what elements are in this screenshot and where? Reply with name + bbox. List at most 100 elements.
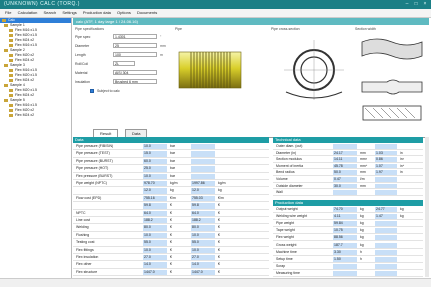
value-cell[interactable] — [375, 177, 397, 182]
row-label: Pipe pressure (FIB/SIN) — [76, 144, 114, 148]
row-label: Volume — [276, 177, 288, 181]
row-label: Flow cost (EPD) — [76, 195, 102, 200]
row-unit: mm³ — [360, 157, 367, 162]
value-cell[interactable] — [375, 190, 397, 195]
table-row: Welding wire weight 4.11 kg 1.47 kg — [273, 213, 423, 221]
tree-item-label: Sample 2 — [10, 48, 25, 52]
technical-data-table: Technical data Outer diam. (out) Diameter… — [273, 137, 423, 197]
row-value: 74.70 — [334, 207, 343, 211]
folder-icon — [9, 38, 13, 42]
folder-icon — [4, 63, 8, 67]
row-label: Setup time — [276, 256, 293, 261]
value-cell[interactable] — [375, 221, 397, 227]
row-label: Gross weight — [276, 242, 297, 247]
value-cell[interactable] — [333, 263, 357, 269]
value-cell[interactable] — [375, 256, 397, 262]
row-unit: €/m — [170, 195, 176, 200]
table-row: Pipe weight 59.84 kg — [273, 220, 423, 228]
row-value-alt: 14.0 — [192, 262, 199, 267]
folder-icon — [9, 108, 13, 112]
row-unit-alt: €/m — [218, 195, 224, 200]
row-label: Welding — [76, 225, 89, 230]
pipe-image-title: Pipe — [175, 27, 183, 31]
table-row: Testing cost 55.0 €55.0 € — [73, 239, 269, 247]
row-label: Pipe pressure (HOT) — [76, 166, 109, 171]
tree-item-label: Flex M24 x2 — [15, 78, 35, 82]
row-label: Line cost — [76, 218, 91, 222]
row-unit-alt: kg/m — [218, 181, 226, 185]
tree-item[interactable]: Flex M24 x2 — [0, 113, 71, 118]
window-title: (UNKNOWN) CALC (TORQ.) — [4, 1, 80, 7]
folder-icon — [9, 58, 13, 62]
row-unit-alt: € — [218, 210, 220, 215]
close-button[interactable]: × — [421, 1, 429, 7]
row-value-alt: 1447.0 — [192, 269, 203, 274]
row-label: Pipe weight (NPTC) — [76, 181, 107, 185]
value-cell[interactable] — [191, 151, 215, 157]
value-cell[interactable] — [375, 228, 397, 234]
row-label: Section modulus — [276, 157, 302, 162]
row-unit-alt: in⁴ — [400, 163, 405, 168]
value-cell[interactable] — [191, 158, 215, 165]
menu-settings[interactable]: Settings — [62, 9, 76, 17]
table-row: Pipe pressure (FIB/SIN) 10.0 bar — [73, 143, 269, 151]
row-value: 1447.0 — [144, 269, 155, 274]
table-row: Pipe pressure (HOT) 25.0 bar — [73, 165, 269, 173]
spec-field-label: Roll/Coil — [75, 62, 89, 66]
table-row: Setup time 1.50 h — [273, 256, 423, 263]
menu-production-data[interactable]: Production data — [83, 9, 111, 17]
tree-item-label: Flex M20 x1.5 — [15, 88, 37, 92]
spec-field-input[interactable]: 25 — [113, 43, 157, 48]
row-label: Diameter (in) — [276, 150, 297, 155]
value-cell[interactable] — [375, 183, 397, 189]
table-row: Flex structure 1447.0 €1447.0 € — [73, 269, 269, 277]
spec-field-input[interactable]: Brushed 6 mm — [113, 79, 157, 84]
spec-field-unit: " — [160, 35, 162, 39]
value-cell[interactable] — [333, 144, 357, 149]
menu-file[interactable]: File — [5, 9, 11, 17]
row-value: 14.0 — [144, 262, 151, 267]
folder-icon — [9, 43, 13, 47]
table-row: Bend radius 50.0 mm 1.97 in — [273, 169, 423, 176]
menu-search[interactable]: Search — [44, 9, 57, 17]
value-cell[interactable] — [375, 242, 397, 248]
value-cell[interactable] — [375, 270, 397, 276]
maximize-button[interactable]: □ — [412, 1, 420, 7]
project-tree[interactable]: Calc Sample 1 Flex M16 x1.5 Flex M20 x1.5 Fl… — [0, 18, 72, 278]
value-cell[interactable] — [375, 249, 397, 255]
row-unit: h — [360, 249, 362, 254]
menu-calculation[interactable]: Calculation — [18, 9, 38, 17]
row-unit: kg — [360, 242, 364, 247]
row-unit: bar — [170, 144, 176, 148]
minimize-button[interactable]: – — [403, 1, 411, 7]
cross-section-drawing — [284, 40, 344, 100]
row-label: Welding wire weight — [276, 214, 308, 219]
row-label: Testing cost — [76, 240, 95, 245]
table-row: Outer diam. (out) — [273, 143, 423, 150]
row-label: Tape weight — [276, 228, 295, 233]
value-cell[interactable] — [375, 144, 397, 149]
subject-checkbox[interactable] — [90, 89, 94, 93]
spec-field-input[interactable]: ZL — [113, 61, 135, 66]
spec-field-input[interactable]: AISI 304 — [113, 70, 157, 75]
value-cell[interactable] — [191, 173, 215, 179]
row-value: 4.11 — [334, 214, 341, 219]
menu-options[interactable]: Options — [117, 9, 131, 17]
folder-icon — [9, 113, 13, 117]
menu-documents[interactable]: Documents — [137, 9, 157, 17]
value-cell[interactable] — [191, 144, 215, 150]
row-unit: kg — [360, 235, 364, 240]
value-cell[interactable] — [375, 263, 397, 269]
value-cell[interactable] — [375, 235, 397, 241]
value-cell[interactable] — [191, 166, 215, 172]
spec-field-input[interactable]: 100 — [113, 52, 157, 57]
spec-field-input[interactable]: 1.4301 — [113, 34, 157, 39]
folder-icon — [4, 98, 8, 102]
value-cell[interactable] — [333, 190, 357, 195]
row-label: Flex insulation — [76, 255, 99, 259]
results-scrollbar[interactable] — [425, 137, 429, 277]
value-cell[interactable] — [333, 270, 357, 276]
row-label: Flex pressure (BURST) — [76, 173, 113, 178]
row-unit: kg/m — [170, 181, 178, 185]
table-row: Pipe pressure (TEST) 15.0 bar — [73, 150, 269, 158]
